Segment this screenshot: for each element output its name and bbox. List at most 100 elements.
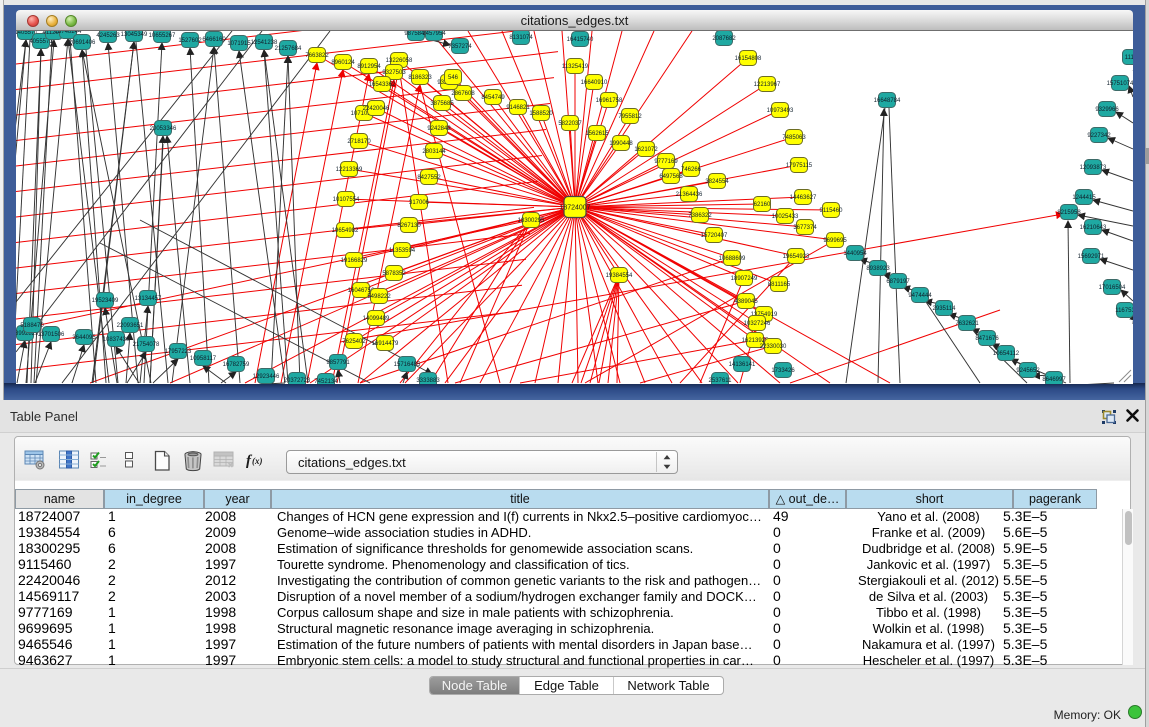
svg-text:3875685: 3875685 — [430, 101, 454, 107]
svg-text:21754078: 21754078 — [133, 342, 160, 348]
svg-text:9474444: 9474444 — [908, 293, 932, 299]
svg-text:14136141: 14136141 — [729, 362, 756, 368]
svg-text:9777169: 9777169 — [654, 159, 678, 165]
svg-text:16154808: 16154808 — [735, 56, 762, 62]
svg-text:15751074: 15751074 — [1107, 81, 1133, 87]
svg-text:1117: 1117 — [1125, 55, 1133, 61]
svg-text:8912954: 8912954 — [357, 64, 381, 70]
svg-text:8454749: 8454749 — [481, 95, 505, 101]
svg-text:7625402: 7625402 — [342, 339, 366, 345]
svg-text:8131074: 8131074 — [509, 35, 533, 41]
svg-text:10107554: 10107554 — [333, 197, 360, 203]
svg-text:12213967: 12213967 — [754, 82, 781, 88]
svg-text:317006: 317006 — [409, 200, 430, 206]
svg-text:9242848: 9242848 — [427, 126, 451, 132]
svg-text:9327503: 9327503 — [382, 70, 406, 76]
svg-text:2867608: 2867608 — [451, 91, 475, 97]
svg-text:10327246: 10327246 — [744, 321, 771, 327]
svg-text:13045349: 13045349 — [121, 32, 148, 38]
svg-text:8960124: 8960124 — [331, 60, 355, 66]
svg-text:8938923: 8938923 — [866, 266, 890, 272]
svg-text:116753: 116753 — [1115, 308, 1133, 314]
svg-text:6879197: 6879197 — [886, 279, 910, 285]
svg-text:1071915: 1071915 — [227, 41, 251, 47]
svg-text:2935114: 2935114 — [933, 306, 957, 312]
svg-text:13701506: 13701506 — [38, 332, 65, 338]
svg-text:15720407: 15720407 — [701, 233, 728, 239]
svg-text:20053346: 20053346 — [150, 126, 177, 132]
svg-text:8186323: 8186323 — [408, 75, 432, 81]
svg-text:20691406: 20691406 — [69, 40, 96, 46]
svg-text:19654982: 19654982 — [332, 228, 359, 234]
svg-text:9245652: 9245652 — [1016, 368, 1040, 374]
svg-text:9227342: 9227342 — [1087, 133, 1111, 139]
svg-text:8646997: 8646997 — [1042, 377, 1066, 383]
svg-text:22420046: 22420046 — [363, 106, 390, 112]
svg-text:18300295: 18300295 — [518, 218, 545, 224]
svg-text:15692971: 15692971 — [1078, 254, 1105, 260]
svg-text:8215958: 8215958 — [1057, 210, 1081, 216]
svg-text:1562615: 1562615 — [585, 131, 609, 137]
svg-text:10688609: 10688609 — [719, 256, 746, 262]
svg-text:2803144: 2803144 — [422, 149, 446, 155]
svg-text:12093873: 12093873 — [1080, 165, 1107, 171]
svg-text:7357274: 7357274 — [448, 44, 472, 50]
svg-text:21257684: 21257684 — [275, 46, 302, 52]
svg-text:4389045: 4389045 — [734, 299, 758, 305]
svg-text:19384554: 19384554 — [606, 273, 633, 279]
svg-text:14463627: 14463627 — [790, 195, 817, 201]
svg-text:19166829: 19166829 — [341, 258, 368, 264]
svg-text:546: 546 — [448, 75, 459, 81]
svg-text:2087682: 2087682 — [712, 36, 736, 42]
svg-text:10025433: 10025433 — [772, 214, 799, 220]
svg-text:14099489: 14099489 — [363, 316, 390, 322]
svg-text:6466160: 6466160 — [202, 37, 226, 43]
svg-text:1527602: 1527602 — [178, 38, 202, 44]
svg-text:7632621: 7632621 — [955, 321, 979, 327]
svg-text:18724007: 18724007 — [559, 205, 590, 212]
svg-text:8427552: 8427552 — [417, 175, 441, 181]
svg-text:1621072: 1621072 — [634, 147, 658, 153]
svg-text:19523409: 19523409 — [92, 298, 119, 304]
svg-text:18907249: 18907249 — [731, 276, 758, 282]
svg-text:15716485: 15716485 — [394, 362, 421, 368]
svg-text:16640910: 16640910 — [581, 80, 608, 86]
svg-text:9699695: 9699695 — [823, 238, 847, 244]
svg-text:22093651: 22093651 — [117, 323, 144, 329]
svg-text:9329966: 9329966 — [1095, 107, 1119, 113]
svg-text:11353594: 11353594 — [389, 248, 416, 254]
svg-text:12213369: 12213369 — [336, 167, 363, 173]
svg-text:1440954: 1440954 — [843, 251, 867, 257]
svg-text:20372723: 20372723 — [284, 378, 311, 384]
svg-text:5878352: 5878352 — [382, 271, 406, 277]
svg-text:8267130: 8267130 — [397, 223, 421, 229]
svg-text:16210643: 16210643 — [1080, 225, 1107, 231]
svg-text:5498222: 5498222 — [367, 294, 391, 300]
svg-text:16648784: 16648784 — [874, 98, 901, 104]
svg-text:17957223: 17957223 — [165, 349, 192, 355]
svg-text:1588520: 1588520 — [529, 111, 553, 117]
svg-text:11325419: 11325419 — [562, 64, 589, 70]
svg-text:9146821: 9146821 — [506, 105, 530, 111]
svg-text:3824554: 3824554 — [705, 179, 729, 185]
svg-text:16543362: 16543362 — [369, 82, 396, 88]
svg-text:7386322: 7386322 — [688, 213, 712, 219]
svg-text:4245263: 4245263 — [96, 33, 120, 39]
svg-text:12923446: 12923446 — [253, 374, 280, 380]
svg-text:17975115: 17975115 — [786, 163, 813, 169]
svg-text:1990448: 1990448 — [609, 141, 633, 147]
svg-text:10973493: 10973493 — [767, 108, 794, 114]
svg-text:3333883: 3333883 — [416, 378, 440, 384]
svg-text:3677374: 3677374 — [793, 225, 817, 231]
svg-text:2537611: 2537611 — [709, 378, 733, 384]
svg-text:19654923: 19654923 — [783, 254, 810, 260]
svg-text:2718170: 2718170 — [347, 139, 371, 145]
svg-text:21364436: 21364436 — [676, 192, 703, 198]
svg-text:16961758: 16961758 — [596, 98, 623, 104]
svg-text:5188470: 5188470 — [20, 323, 44, 329]
svg-text:16415740: 16415740 — [567, 37, 594, 43]
svg-text:1244415: 1244415 — [1072, 195, 1096, 201]
svg-text:17016504: 17016504 — [1099, 285, 1126, 291]
svg-text:13226058: 13226058 — [386, 58, 413, 64]
svg-text:10654112: 10654112 — [993, 351, 1020, 357]
